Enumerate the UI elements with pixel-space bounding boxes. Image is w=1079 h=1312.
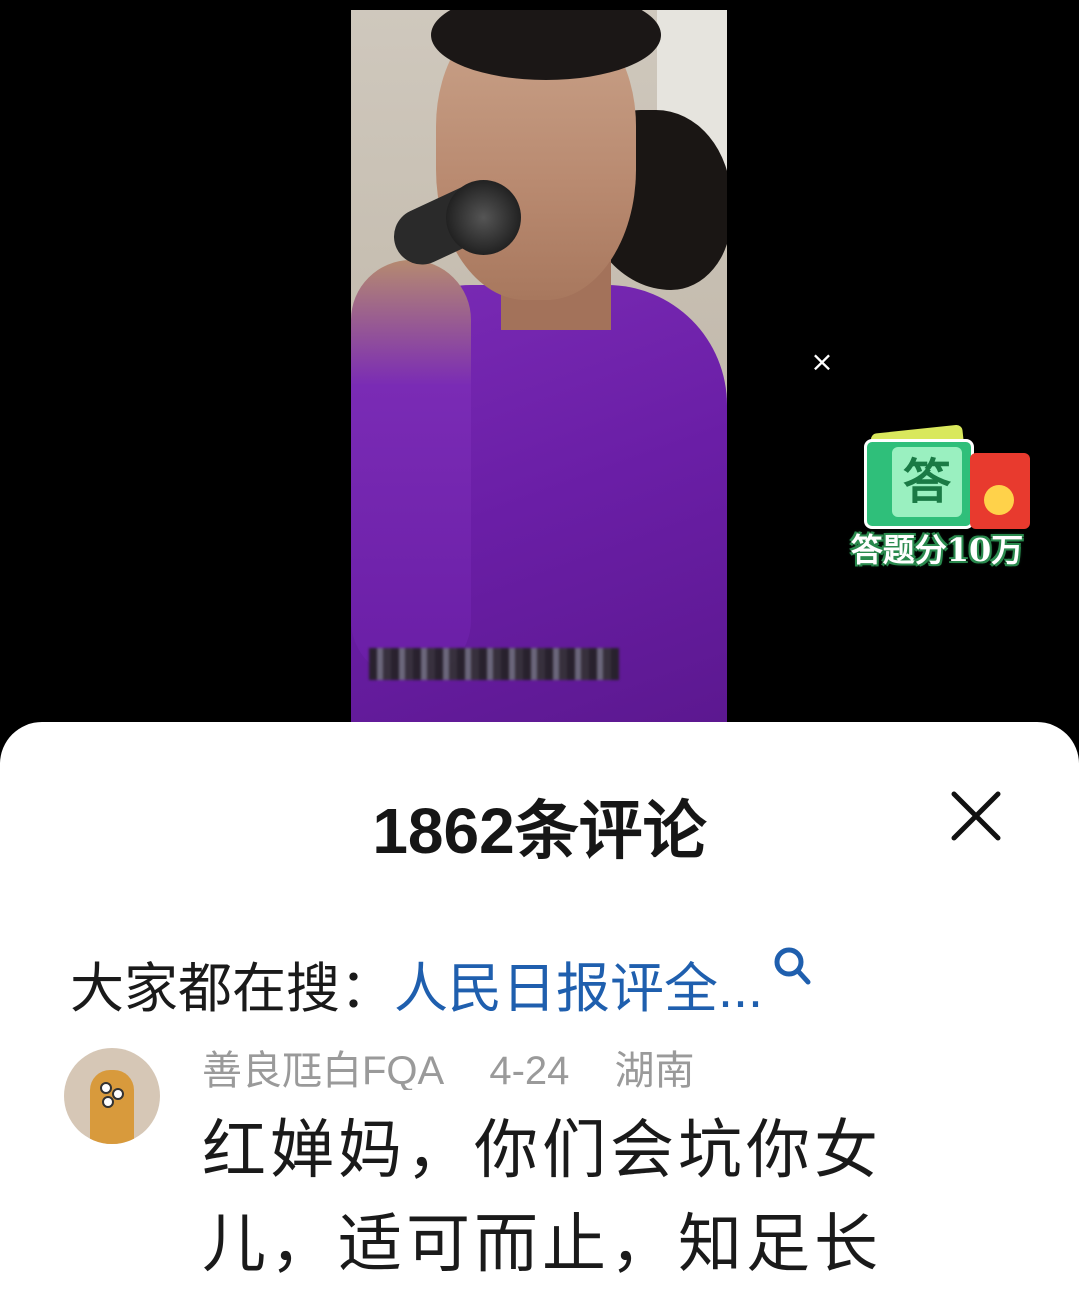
search-icon[interactable] [769,944,815,990]
avatar-eye [112,1088,124,1100]
trending-search-link[interactable]: 人民日报评全... [394,959,763,1019]
comment-item: 善良尫白FQA 4-24 湖南 红婵妈，你们会坑你女 儿，适可而止，知足长 [0,1040,1079,1312]
microphone-head [446,180,521,255]
avatar-eye [100,1082,112,1094]
trending-search[interactable]: 大家都在搜：人民日报评全... [70,944,815,1019]
comment-line: 红婵妈，你们会坑你女 [202,1114,882,1188]
close-icon[interactable]: × [806,346,838,378]
person-arm [351,260,471,680]
video-frame[interactable] [351,10,727,722]
comments-sheet: 1862条评论 大家都在搜：人民日报评全... 善良尫白FQA 4-24 湖南 … [0,722,1079,1312]
comment-date: 4-24 [489,1049,570,1090]
blurred-subtitle [369,648,619,680]
answer-icon: 答 [892,447,962,517]
comments-title: 1862条评论 [372,795,707,867]
coin-icon [984,485,1014,515]
close-icon[interactable] [944,784,1008,848]
quiz-promo-button[interactable]: 答 答题分10万 [822,424,1052,575]
comment-text[interactable]: 红婵妈，你们会坑你女 儿，适可而止，知足长 [202,1104,922,1292]
comment-location: 湖南 [614,1049,695,1090]
comment-meta: 善良尫白FQA 4-24 湖南 [202,1038,729,1090]
video-player[interactable]: × 答 答题分10万 [0,0,1079,730]
trending-search-label: 大家都在搜： [70,959,394,1019]
comment-line: 儿，适可而止，知足长 [202,1208,882,1282]
avatar[interactable] [64,1048,160,1144]
comment-username[interactable]: 善良尫白FQA [202,1049,444,1090]
promo-text: 答题分10万 [850,531,1024,569]
avatar-eye [102,1096,114,1108]
avatar-figure [90,1070,134,1144]
